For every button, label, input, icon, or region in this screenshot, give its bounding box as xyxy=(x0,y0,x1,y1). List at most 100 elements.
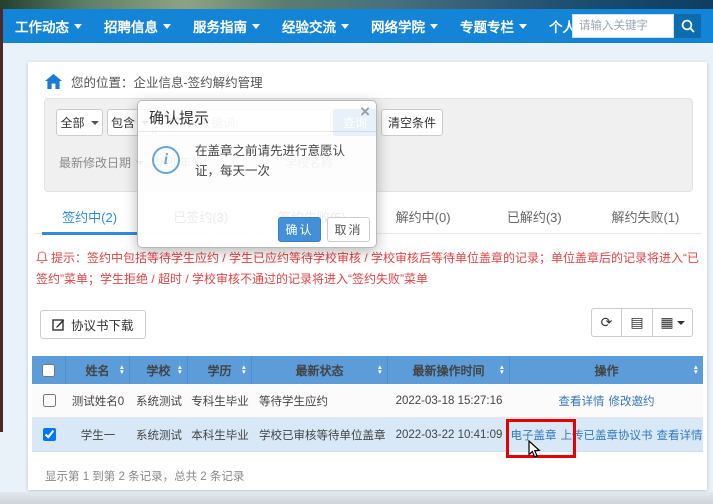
mouse-cursor xyxy=(528,440,543,459)
toggle-view-button[interactable]: ▤ xyxy=(622,308,653,337)
nav-item-5[interactable]: 网络学院 xyxy=(360,9,449,43)
header-label: 学历 xyxy=(207,362,231,379)
agreement-download-button[interactable]: 协议书下载 xyxy=(40,310,146,339)
edit-document-icon xyxy=(52,318,65,331)
chevron-down-icon xyxy=(163,24,171,29)
cell-time: 2022-03-18 15:27:16 xyxy=(388,384,510,417)
cell-school: 系统测试 xyxy=(130,418,188,451)
refresh-icon: ⟳ xyxy=(601,314,613,331)
grid-columns-icon: ▦ xyxy=(660,314,673,331)
nav-item-6[interactable]: 专题专栏 xyxy=(449,9,538,43)
nav-item-3[interactable]: 服务指南 xyxy=(182,9,271,43)
main-navbar: 工作动态招聘信息服务指南经验交流网络学院专题专栏个人中心 xyxy=(0,9,713,43)
action-link[interactable]: 查看详情 xyxy=(657,427,703,443)
header-cell: 学校 ▲▼ xyxy=(130,356,188,384)
table-body: 测试姓名0系统测试专科生毕业等待学生应约2022-03-18 15:27:16查… xyxy=(32,384,703,452)
pagination-summary: 显示第 1 到第 2 条记录，总共 2 条记录 xyxy=(45,468,244,484)
chevron-down-icon xyxy=(252,24,260,29)
sort-icon[interactable]: ▲▼ xyxy=(119,365,125,375)
action-link[interactable]: 查看详情 xyxy=(559,393,605,409)
confirm-button[interactable]: 确认 xyxy=(278,217,321,242)
breadcrumb-label: 您的位置：企业信息-签约解约管理 xyxy=(71,72,263,91)
chevron-down-icon xyxy=(430,24,438,29)
info-icon: i xyxy=(152,146,180,174)
records-table: 姓名 ▲▼ 学校 ▲▼ 学历 ▲▼ 最新状态 ▲▼ 最新操作时间 ▲▼ 操作 ▲▼ 测试姓名0系统测试… xyxy=(32,356,703,452)
sort-icon[interactable]: ▲▼ xyxy=(693,365,699,375)
nav-item-label: 专题专栏 xyxy=(460,16,514,36)
header-cell: 最新状态 ▲▼ xyxy=(252,356,388,384)
nav-menu: 工作动态招聘信息服务指南经验交流网络学院专题专栏个人中心 xyxy=(0,9,614,43)
cell-actions: 查看详情修改邀约 xyxy=(510,384,703,417)
nav-item-2[interactable]: 招聘信息 xyxy=(93,9,182,43)
table-toolbar: ⟳ ▤ ▦ xyxy=(591,308,693,337)
dialog-footer: 确认 取消 xyxy=(278,217,370,242)
nav-item-4[interactable]: 经验交流 xyxy=(271,9,360,43)
header-label: 学校 xyxy=(146,362,170,379)
notice-text: 提示：签约中包括等待学生应约 / 学生已应约等待学校审核 / 学校审核后等待单位… xyxy=(36,248,700,290)
scope-dropdown[interactable]: 全部 xyxy=(56,109,103,136)
chevron-down-icon xyxy=(677,321,685,325)
breadcrumb: 您的位置：企业信息-签约解约管理 xyxy=(45,72,263,91)
sort-icon[interactable]: ▲▼ xyxy=(241,365,247,375)
confirm-dialog: 确认提示 × i 在盖章之前请先进行意愿认证，每天一次 确认 取消 xyxy=(137,100,377,248)
sort-dropdown[interactable]: 最新修改日期 xyxy=(59,154,144,171)
cell-name: 测试姓名0 xyxy=(66,384,130,417)
window-edge-strip xyxy=(0,9,3,432)
chevron-down-icon xyxy=(519,24,527,29)
nav-item-label: 经验交流 xyxy=(282,16,336,36)
home-icon[interactable] xyxy=(45,74,62,89)
sort-icon[interactable]: ▲▼ xyxy=(177,365,183,375)
header-label: 姓名 xyxy=(85,362,109,379)
header-select-all-cell xyxy=(32,356,66,384)
bell-icon xyxy=(36,251,48,264)
chevron-down-icon xyxy=(91,121,99,125)
dialog-message: 在盖章之前请先进行意愿认证，每天一次 xyxy=(195,141,365,181)
dialog-header: 确认提示 × xyxy=(138,101,376,132)
header-label: 最新操作时间 xyxy=(412,362,484,379)
cancel-button[interactable]: 取消 xyxy=(327,217,370,242)
header-cell: 最新操作时间 ▲▼ xyxy=(388,356,510,384)
chevron-down-icon xyxy=(341,24,349,29)
nav-item-label: 工作动态 xyxy=(15,16,69,36)
nav-search-input[interactable] xyxy=(572,14,674,38)
nav-item-label: 招聘信息 xyxy=(104,16,158,36)
refresh-button[interactable]: ⟳ xyxy=(591,308,622,337)
tab-5[interactable]: 已解约(3) xyxy=(479,200,590,233)
header-label: 操作 xyxy=(594,362,618,379)
table-row: 学生一系统测试本科生毕业学校已审核等待单位盖章2022-03-22 10:41:… xyxy=(32,418,703,452)
nav-search xyxy=(572,14,701,38)
cell-degree: 专科生毕业 xyxy=(188,384,252,417)
table-header-row: 姓名 ▲▼ 学校 ▲▼ 学历 ▲▼ 最新状态 ▲▼ 最新操作时间 ▲▼ 操作 ▲▼ xyxy=(32,356,703,384)
top-banner-image xyxy=(0,0,713,9)
row-select-cell xyxy=(32,418,66,451)
action-link[interactable]: 修改邀约 xyxy=(609,393,655,409)
cell-status: 学校已审核等待单位盖章 xyxy=(252,418,388,451)
sort-icon[interactable]: ▲▼ xyxy=(377,365,383,375)
clear-filters-button[interactable]: 清空条件 xyxy=(381,109,443,136)
window-bottom-edge xyxy=(0,492,713,504)
table-row: 测试姓名0系统测试专科生毕业等待学生应约2022-03-18 15:27:16查… xyxy=(32,384,703,418)
row-checkbox[interactable] xyxy=(43,394,56,407)
cell-school: 系统测试 xyxy=(130,384,188,417)
select-all-checkbox[interactable] xyxy=(42,364,55,377)
row-checkbox[interactable] xyxy=(43,428,56,441)
dialog-title: 确认提示 xyxy=(149,107,209,128)
sort-icon[interactable]: ▲▼ xyxy=(499,365,505,375)
header-label: 最新状态 xyxy=(295,362,343,379)
tab-1[interactable]: 签约中(2) xyxy=(34,200,145,233)
cell-name: 学生一 xyxy=(66,418,130,451)
cell-degree: 本科生毕业 xyxy=(188,418,252,451)
tab-4[interactable]: 解约中(0) xyxy=(368,200,479,233)
header-cell: 操作 ▲▼ xyxy=(510,356,703,384)
close-icon[interactable]: × xyxy=(360,103,370,120)
nav-search-button[interactable] xyxy=(674,14,701,38)
header-cell: 姓名 ▲▼ xyxy=(66,356,130,384)
list-view-icon: ▤ xyxy=(630,314,643,331)
tab-6[interactable]: 解约失败(1) xyxy=(590,200,701,233)
nav-item-label: 服务指南 xyxy=(193,16,247,36)
search-icon xyxy=(681,19,695,33)
dialog-body: i 在盖章之前请先进行意愿认证，每天一次 xyxy=(138,132,376,205)
columns-button[interactable]: ▦ xyxy=(653,308,693,337)
nav-item-1[interactable]: 工作动态 xyxy=(4,9,93,43)
cell-status: 等待学生应约 xyxy=(252,384,388,417)
